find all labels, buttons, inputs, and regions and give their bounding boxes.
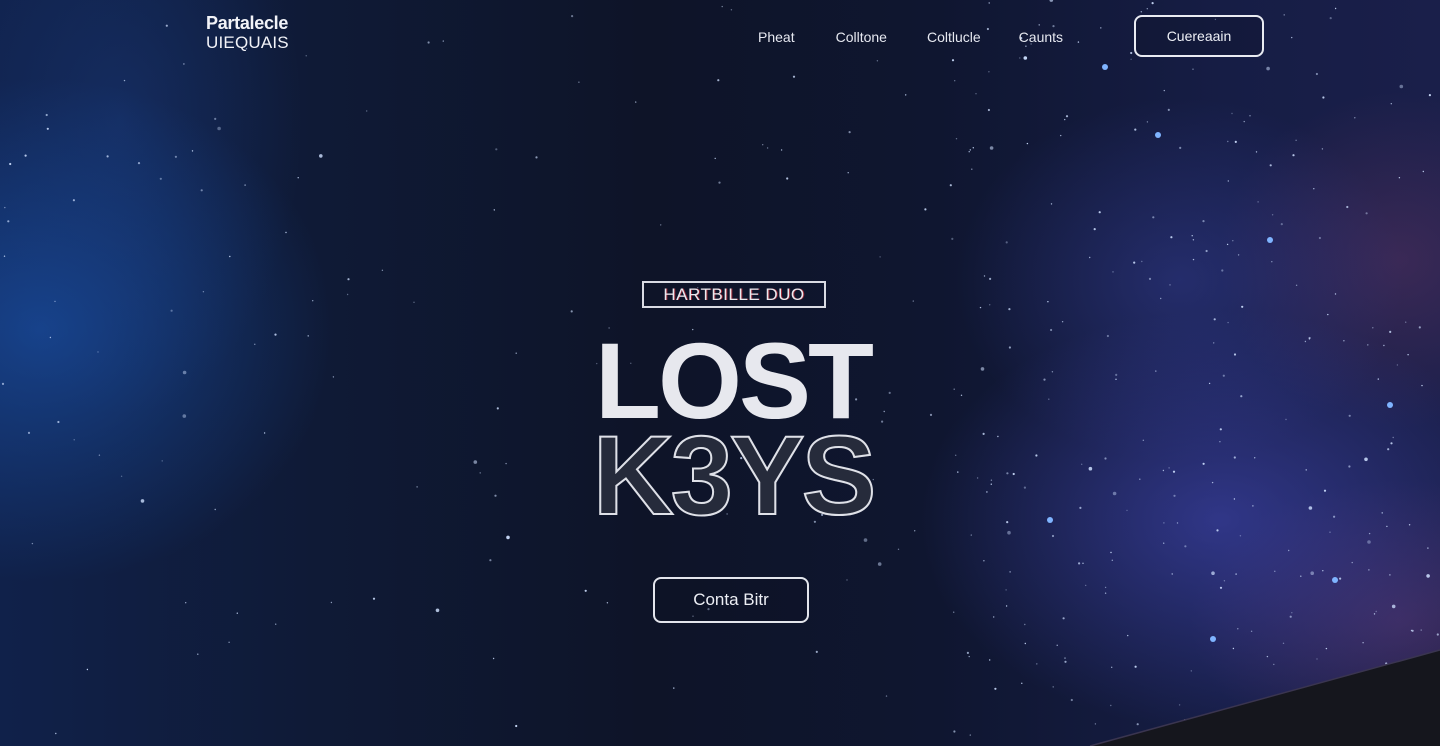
nav-item-3[interactable]: Coltlucle (927, 29, 981, 45)
hero-title-line2: K3YS (592, 413, 878, 538)
hero-cta-button[interactable]: Conta Bitr (653, 577, 809, 623)
brand-logo[interactable]: Partalecle UIEQUAIS (206, 13, 289, 53)
hero-section: Partalecle UIEQUAIS Pheat Colltone Coltl… (0, 0, 1440, 746)
nav-cta-button[interactable]: Cuereaain (1134, 15, 1264, 57)
brand-logo-line1: Partalecle (206, 13, 289, 33)
main-nav: Pheat Colltone Coltlucle Caunts (758, 29, 1063, 45)
nav-item-1[interactable]: Pheat (758, 29, 795, 45)
nav-item-4[interactable]: Caunts (1019, 29, 1063, 45)
nav-item-2[interactable]: Colltone (836, 29, 887, 45)
hero-tagline-badge: HARTBILLE DUO (642, 281, 826, 308)
brand-logo-line2: UIEQUAIS (206, 33, 289, 52)
